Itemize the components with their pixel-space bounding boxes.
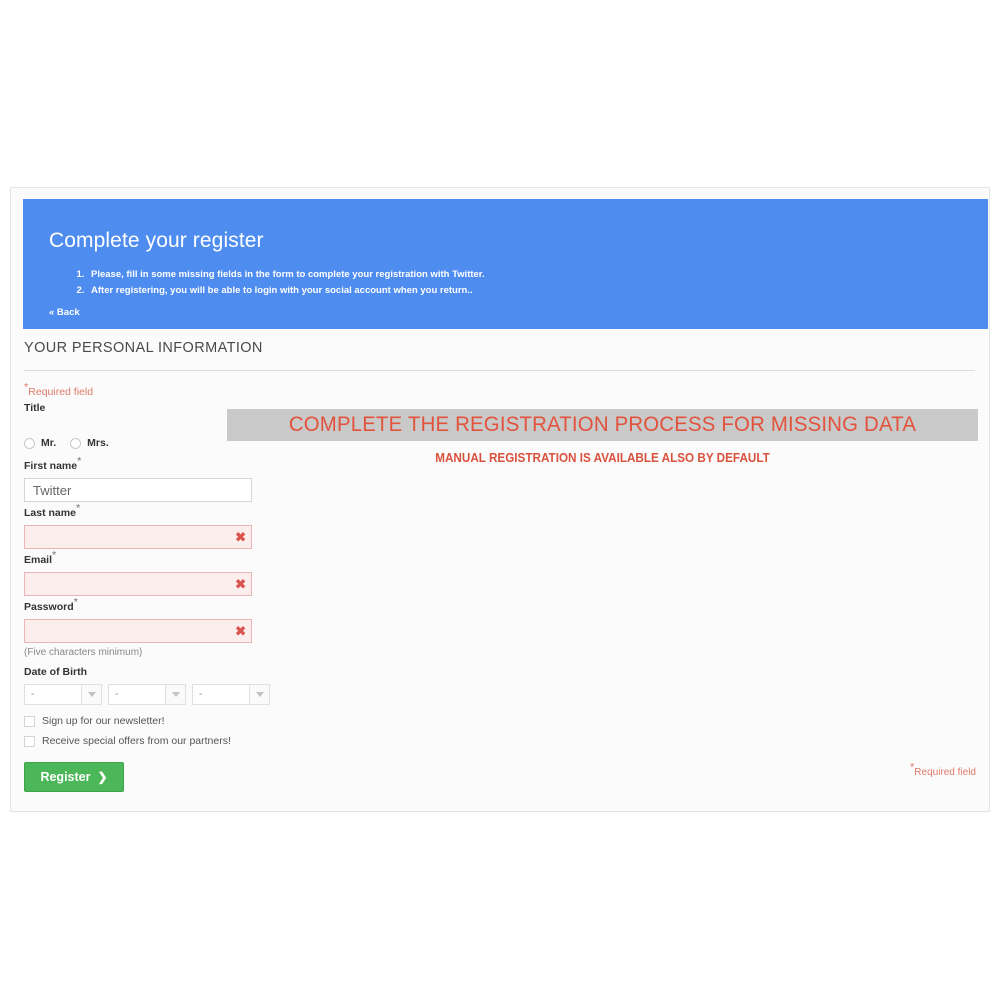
partner-offers-checkbox-row[interactable]: Receive special offers from our partners… <box>24 735 231 747</box>
password-label: Password* <box>24 597 78 613</box>
date-of-birth-selects: - - - <box>24 684 270 705</box>
radio-option-mr[interactable]: Mr. <box>24 437 56 449</box>
newsletter-checkbox-row[interactable]: Sign up for our newsletter! <box>24 715 165 727</box>
password-label-text: Password <box>24 601 74 613</box>
password-input[interactable] <box>24 619 252 643</box>
chevron-down-icon[interactable] <box>249 685 269 704</box>
radio-label-mrs: Mrs. <box>87 437 109 449</box>
required-field-note-text: Required field <box>914 767 976 778</box>
first-name-input[interactable] <box>24 478 252 502</box>
register-button[interactable]: Register ❯ <box>24 762 124 792</box>
title-label: Title <box>24 402 46 414</box>
email-label-text: Email <box>24 554 53 566</box>
checkbox-icon[interactable] <box>24 715 35 727</box>
banner-instruction-list: Please, fill in some missing fields in t… <box>67 267 485 299</box>
email-field[interactable] <box>24 572 252 596</box>
date-of-birth-label: Date of Birth <box>24 666 87 678</box>
required-field-note-top: *Required field <box>24 382 94 398</box>
required-field-note-text: Required field <box>28 386 94 398</box>
banner-instruction-item: Please, fill in some missing fields in t… <box>87 267 485 283</box>
dob-year-select[interactable]: - <box>192 684 270 705</box>
chevron-down-icon[interactable] <box>81 685 101 704</box>
last-name-label: Last name* <box>24 503 80 519</box>
radio-circle-icon[interactable] <box>24 437 35 449</box>
required-asterisk-icon: * <box>52 549 57 562</box>
required-asterisk-icon: * <box>77 455 82 468</box>
radio-option-mrs[interactable]: Mrs. <box>70 437 109 449</box>
chevron-right-icon: ❯ <box>97 770 108 784</box>
banner-instruction-item: After registering, you will be able to l… <box>87 283 485 299</box>
heading-divider <box>24 370 975 371</box>
radio-circle-icon[interactable] <box>70 437 82 449</box>
title-radio-group: Mr. Mrs. <box>24 437 109 449</box>
required-asterisk-icon: * <box>75 502 81 515</box>
register-button-label: Register <box>40 770 91 784</box>
dob-month-value: - <box>115 689 119 700</box>
dob-month-select[interactable]: - <box>108 684 186 705</box>
back-link[interactable]: « Back <box>49 307 80 318</box>
last-name-label-text: Last name <box>24 507 76 519</box>
dob-day-value: - <box>31 689 35 700</box>
registration-page-card: Complete your register Please, fill in s… <box>10 187 990 812</box>
page-title: YOUR PERSONAL INFORMATION <box>24 340 263 356</box>
radio-label-mr: Mr. <box>41 437 57 449</box>
first-name-label: First name* <box>24 456 81 472</box>
dob-year-value: - <box>199 689 203 700</box>
banner-title: Complete your register <box>49 229 264 252</box>
required-asterisk-icon: * <box>73 596 78 609</box>
password-hint: (Five characters minimum) <box>24 647 143 658</box>
last-name-field-wrapper: ✖ <box>24 525 252 549</box>
first-name-label-text: First name <box>24 460 78 472</box>
required-field-note-bottom: *Required field <box>910 762 976 778</box>
email-label: Email* <box>24 550 56 566</box>
email-field-wrapper: ✖ <box>24 572 252 596</box>
annotation-line-2: MANUAL REGISTRATION IS AVAILABLE ALSO BY… <box>435 450 770 465</box>
chevron-down-icon[interactable] <box>165 685 185 704</box>
partner-offers-checkbox-label: Receive special offers from our partners… <box>42 735 231 747</box>
password-field-wrapper: ✖ <box>24 619 252 643</box>
complete-register-banner: Complete your register Please, fill in s… <box>23 199 988 329</box>
dob-day-select[interactable]: - <box>24 684 102 705</box>
last-name-input[interactable] <box>24 525 252 549</box>
annotation-line-1: COMPLETE THE REGISTRATION PROCESS FOR MI… <box>288 413 917 436</box>
checkbox-icon[interactable] <box>24 735 35 747</box>
newsletter-checkbox-label: Sign up for our newsletter! <box>42 715 165 727</box>
